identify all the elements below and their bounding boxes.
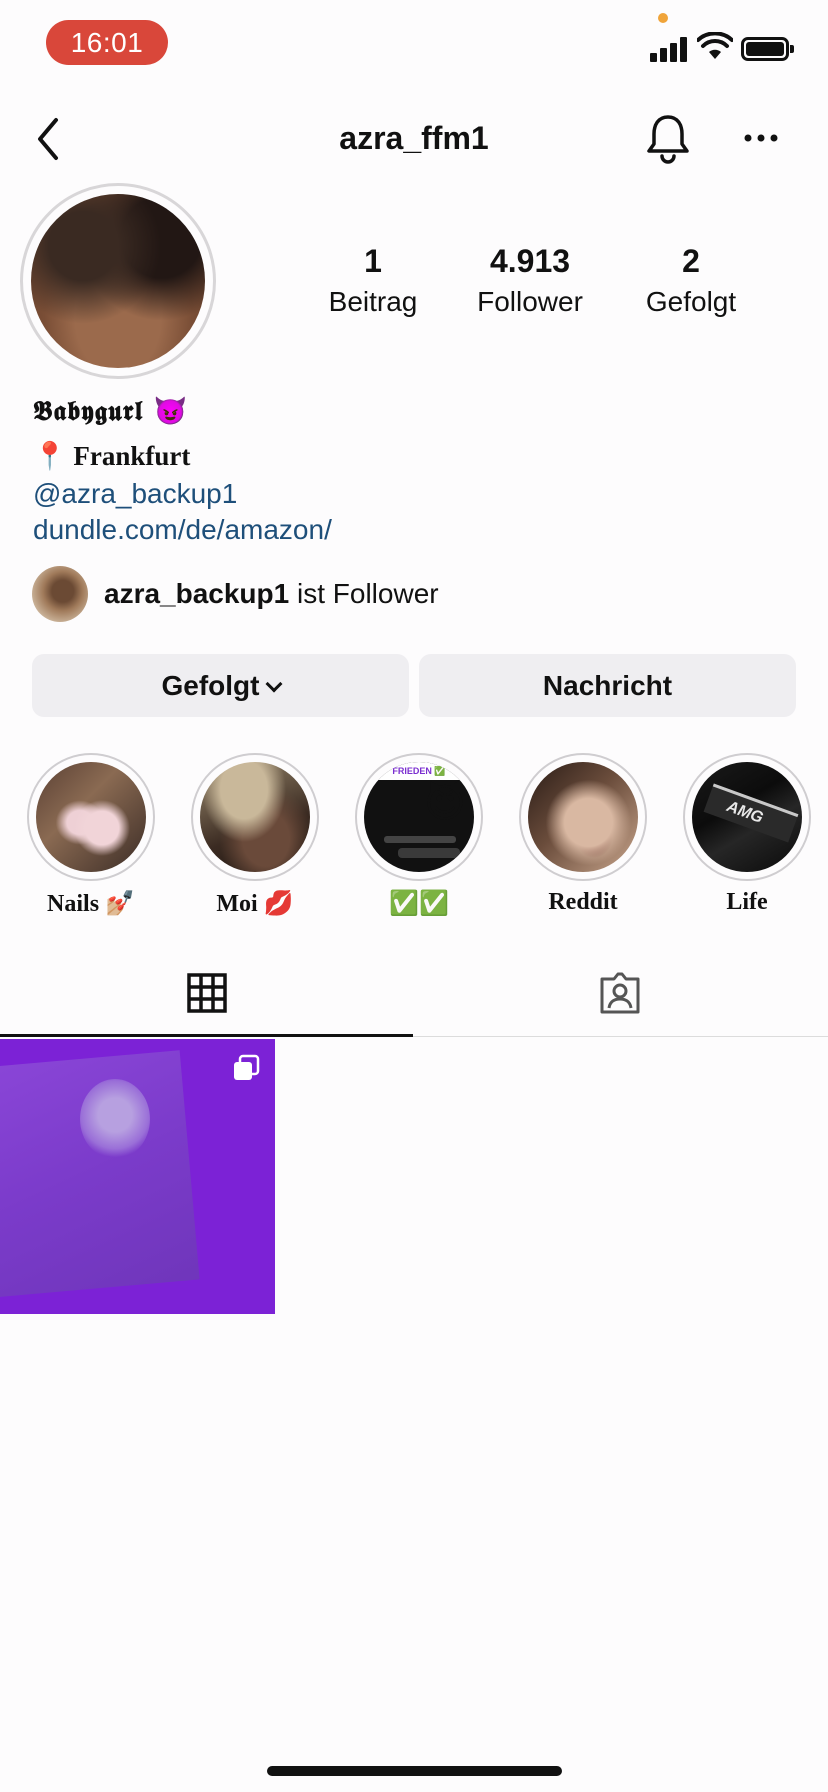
profile-avatar[interactable] bbox=[31, 194, 205, 368]
mutual-follower-text: azra_backup1 ist Follower bbox=[104, 578, 439, 610]
highlight-cover-reddit bbox=[528, 762, 638, 872]
post-thumbnail[interactable] bbox=[0, 1039, 275, 1314]
grid-icon bbox=[187, 973, 227, 1013]
status-bar: 16:01 bbox=[0, 0, 828, 90]
following-button[interactable]: Gefolgt bbox=[32, 654, 409, 717]
highlight-moi[interactable]: Moi 💋 bbox=[190, 753, 320, 918]
highlight-strip-text: FRIEDEN ✅ bbox=[364, 762, 474, 780]
highlight-label-reddit: Reddit bbox=[548, 889, 618, 915]
stat-posts-label: Beitrag bbox=[328, 286, 418, 317]
tagged-person-icon bbox=[600, 972, 640, 1014]
highlight-checkmarks[interactable]: FRIEDEN ✅ 😈 ✅✅ bbox=[354, 753, 484, 918]
message-button-label: Nachricht bbox=[542, 670, 673, 701]
highlight-cover-moi bbox=[200, 762, 310, 872]
highlight-cover-life: AMG bbox=[692, 762, 802, 872]
stat-followers-label: Follower bbox=[477, 286, 583, 317]
mutual-follower-username: azra_backup1 bbox=[104, 578, 290, 609]
mutual-follower-avatar bbox=[32, 566, 88, 622]
devil-emoji-badge: 😈 bbox=[424, 782, 466, 826]
profile-header: azra_ffm1 bbox=[0, 100, 828, 180]
stat-following-count: 2 bbox=[682, 243, 700, 279]
highlight-life[interactable]: AMG Life bbox=[682, 753, 812, 916]
message-button[interactable]: Nachricht bbox=[419, 654, 796, 717]
profile-display-name: 𝕭𝖆𝖇𝖞𝖌𝖚𝖗𝖑 😈 bbox=[33, 396, 189, 427]
stat-posts-count: 1 bbox=[364, 243, 382, 279]
highlight-ring: AMG bbox=[683, 753, 811, 881]
stat-posts[interactable]: 1 Beitrag bbox=[318, 243, 428, 318]
stat-followers[interactable]: 4.913 Follower bbox=[470, 243, 590, 318]
mutual-follower-suffix: ist Follower bbox=[289, 578, 439, 609]
chat-bubble-shape bbox=[398, 848, 460, 858]
highlight-label-nails: Nails 💅🏼 bbox=[47, 891, 135, 917]
highlight-ring bbox=[27, 753, 155, 881]
highlight-ring: FRIEDEN ✅ 😈 bbox=[355, 753, 483, 881]
highlight-label-life: Life bbox=[726, 889, 768, 915]
highlight-ring bbox=[519, 753, 647, 881]
highlight-cover-nails bbox=[36, 762, 146, 872]
highlight-nails[interactable]: Nails 💅🏼 bbox=[26, 753, 156, 918]
wifi-icon bbox=[697, 32, 733, 59]
profile-username-title: azra_ffm1 bbox=[339, 120, 489, 156]
bio-mention-link[interactable]: @azra_backup1 bbox=[33, 478, 237, 510]
following-button-label: Gefolgt bbox=[161, 670, 260, 701]
profile-location: 📍 Frankfurt bbox=[33, 441, 191, 471]
highlight-label-checkmarks: ✅✅ bbox=[389, 891, 449, 917]
stat-followers-count: 4.913 bbox=[489, 243, 571, 279]
stat-following-label: Gefolgt bbox=[645, 286, 737, 317]
home-indicator[interactable] bbox=[267, 1766, 562, 1776]
privacy-indicator-dot bbox=[658, 13, 668, 23]
active-tab-indicator bbox=[0, 1034, 413, 1037]
cellular-signal-icon bbox=[650, 36, 690, 62]
more-options-icon[interactable] bbox=[744, 128, 778, 148]
stat-following[interactable]: 2 Gefolgt bbox=[636, 243, 746, 318]
multiple-images-icon bbox=[234, 1054, 260, 1080]
highlight-label-moi: Moi 💋 bbox=[216, 891, 294, 917]
bio-website-link[interactable]: dundle.com/de/amazon/ bbox=[33, 514, 332, 546]
tab-tagged[interactable] bbox=[414, 955, 828, 1035]
highlight-cover-checkmarks: FRIEDEN ✅ 😈 bbox=[364, 762, 474, 872]
chevron-down-icon bbox=[265, 675, 282, 693]
highlight-reddit[interactable]: Reddit bbox=[518, 753, 648, 916]
chat-bubble-shape bbox=[384, 836, 456, 843]
tab-posts-grid[interactable] bbox=[0, 955, 414, 1035]
post-image-face bbox=[80, 1079, 150, 1159]
highlight-ring bbox=[191, 753, 319, 881]
mutual-follower-row[interactable]: azra_backup1 ist Follower bbox=[32, 566, 732, 622]
battery-icon bbox=[741, 37, 794, 61]
status-time[interactable]: 16:01 bbox=[46, 20, 168, 65]
notification-bell-icon[interactable] bbox=[645, 112, 691, 164]
